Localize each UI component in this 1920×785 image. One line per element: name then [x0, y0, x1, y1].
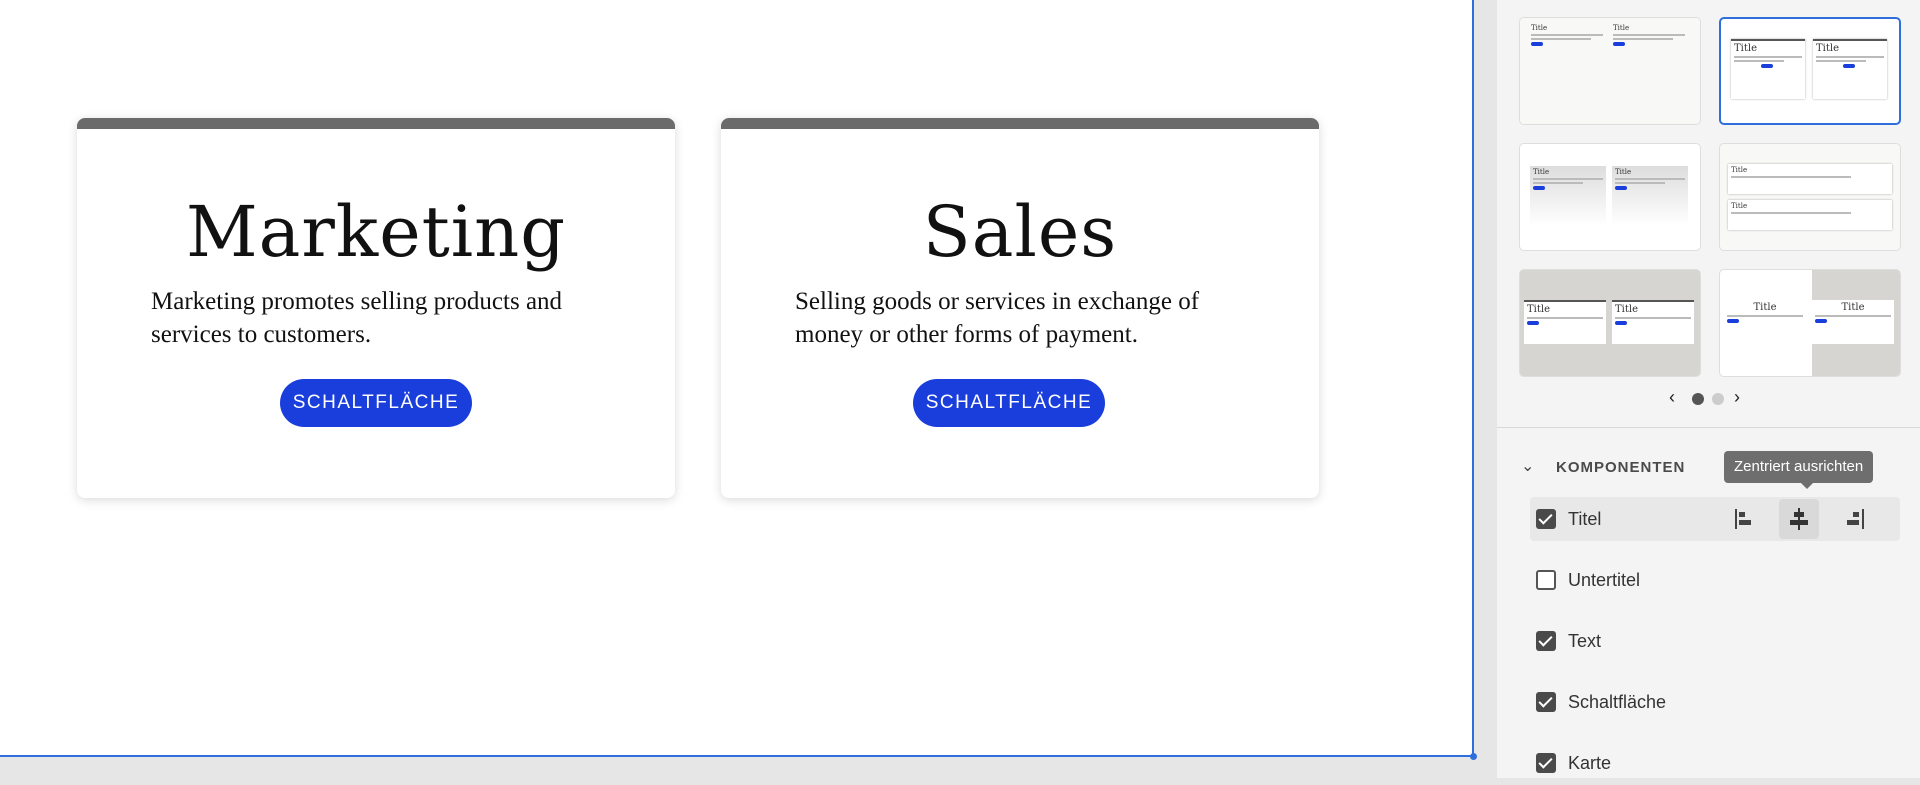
- checkbox[interactable]: [1536, 509, 1556, 529]
- component-label: Karte: [1568, 753, 1612, 773]
- checkbox[interactable]: [1536, 753, 1556, 773]
- card-title[interactable]: Sales: [721, 197, 1319, 267]
- card-button[interactable]: SCHALTFLÄCHE: [913, 379, 1105, 427]
- card-text[interactable]: Selling goods or services in exchange of…: [795, 285, 1245, 351]
- component-row-untertitel[interactable]: Untertitel: [1530, 558, 1900, 602]
- component-label: Schaltfläche: [1568, 692, 1667, 712]
- tooltip: Zentriert ausrichten: [1724, 451, 1874, 483]
- page-dot[interactable]: [1712, 393, 1724, 405]
- thumbnail-pager: ‹ ›: [1669, 387, 1749, 410]
- section-label: KOMPONENTEN: [1556, 459, 1686, 476]
- card-title[interactable]: Marketing: [77, 197, 675, 267]
- component-row-titel[interactable]: Titel: [1530, 497, 1900, 541]
- component-row-text[interactable]: Text: [1530, 619, 1900, 663]
- checkbox[interactable]: [1536, 692, 1556, 712]
- chevron-right-icon[interactable]: ›: [1734, 387, 1740, 408]
- layout-thumbnail-selected[interactable]: Title Title: [1719, 17, 1901, 125]
- chevron-left-icon[interactable]: ‹: [1669, 387, 1675, 408]
- card-button[interactable]: SCHALTFLÄCHE: [280, 379, 472, 427]
- panel-divider: [1497, 427, 1920, 428]
- layout-thumbnail[interactable]: Title Title: [1719, 143, 1901, 251]
- properties-panel: Title Title Title Title Title Title Titl…: [1497, 0, 1920, 778]
- chevron-down-icon[interactable]: ⌄: [1521, 456, 1534, 476]
- canvas-resize-handle[interactable]: [1470, 753, 1477, 760]
- align-left-button[interactable]: [1723, 499, 1763, 539]
- component-label: Titel: [1568, 509, 1602, 529]
- component-row-karte[interactable]: Karte: [1530, 741, 1900, 785]
- tooltip-arrow: [1801, 483, 1813, 489]
- sales-card[interactable]: Sales Selling goods or services in excha…: [721, 118, 1319, 498]
- component-row-schaltflaeche[interactable]: Schaltfläche: [1530, 680, 1900, 724]
- layout-thumbnail[interactable]: Title Title: [1519, 143, 1701, 251]
- marketing-card[interactable]: Marketing Marketing promotes selling pro…: [77, 118, 675, 498]
- card-top-bar: [721, 118, 1319, 129]
- component-label: Text: [1568, 631, 1602, 651]
- align-left-icon: [1735, 509, 1751, 529]
- align-center-button[interactable]: [1779, 499, 1819, 539]
- checkbox[interactable]: [1536, 570, 1556, 590]
- design-canvas[interactable]: Marketing Marketing promotes selling pro…: [0, 0, 1474, 757]
- align-right-button[interactable]: [1835, 499, 1875, 539]
- layout-thumbnail[interactable]: Title Title: [1719, 269, 1901, 377]
- checkbox[interactable]: [1536, 631, 1556, 651]
- card-top-bar: [77, 118, 675, 129]
- layout-thumbnail[interactable]: Title Title: [1519, 17, 1701, 125]
- page-dot-active[interactable]: [1692, 393, 1704, 405]
- layout-thumbnail[interactable]: Title Title: [1519, 269, 1701, 377]
- card-text[interactable]: Marketing promotes selling products and …: [151, 285, 601, 351]
- component-label: Untertitel: [1568, 570, 1641, 590]
- align-right-icon: [1847, 509, 1864, 529]
- align-center-icon: [1790, 508, 1808, 530]
